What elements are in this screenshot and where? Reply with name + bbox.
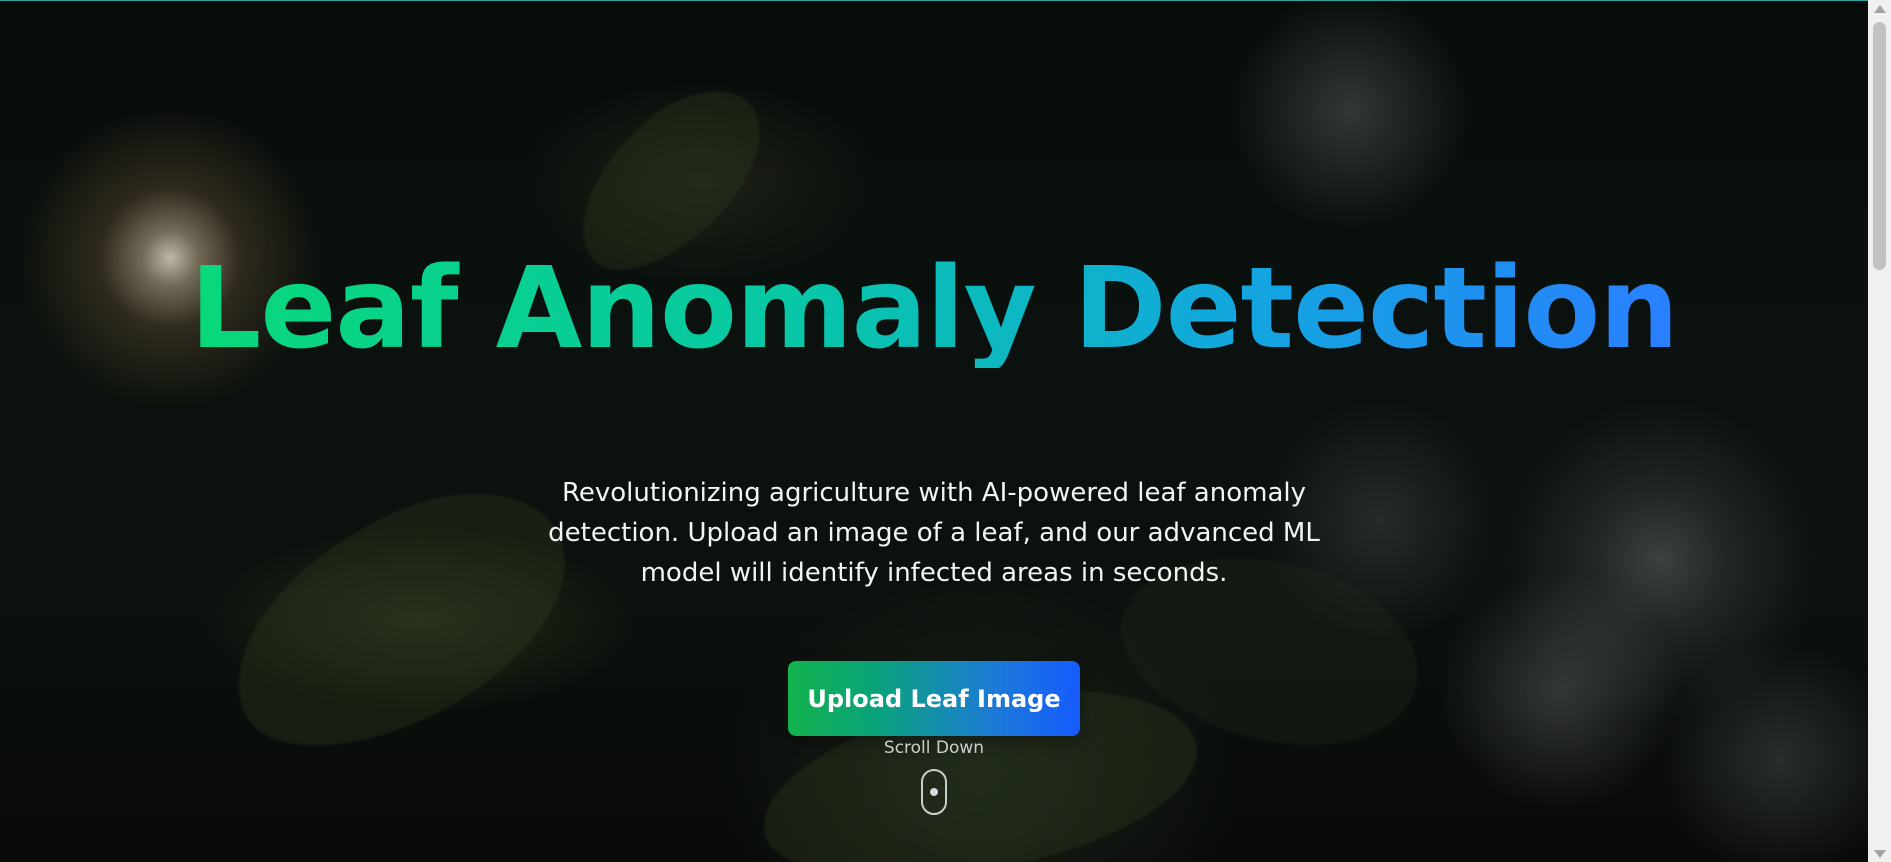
hero-title: Leaf Anomaly Detection — [189, 244, 1679, 374]
mouse-wheel-dot — [930, 788, 938, 796]
arrow-down-icon — [1873, 849, 1886, 858]
vertical-scrollbar[interactable] — [1868, 0, 1891, 862]
arrow-up-icon — [1873, 4, 1886, 13]
hero-section: Leaf Anomaly Detection Revolutionizing a… — [0, 0, 1868, 862]
hero-subtitle: Revolutionizing agriculture with AI-powe… — [548, 478, 1320, 589]
page-viewport: Leaf Anomaly Detection Revolutionizing a… — [0, 0, 1891, 862]
upload-leaf-image-button[interactable]: Upload Leaf Image — [788, 661, 1080, 737]
scroll-down-hint[interactable]: Scroll Down — [0, 737, 1868, 815]
scroll-down-label: Scroll Down — [883, 738, 985, 758]
scroll-down-button[interactable] — [1868, 845, 1891, 862]
mouse-icon — [921, 769, 947, 815]
scroll-up-button[interactable] — [1868, 0, 1891, 17]
scrollbar-thumb[interactable] — [1873, 22, 1886, 270]
